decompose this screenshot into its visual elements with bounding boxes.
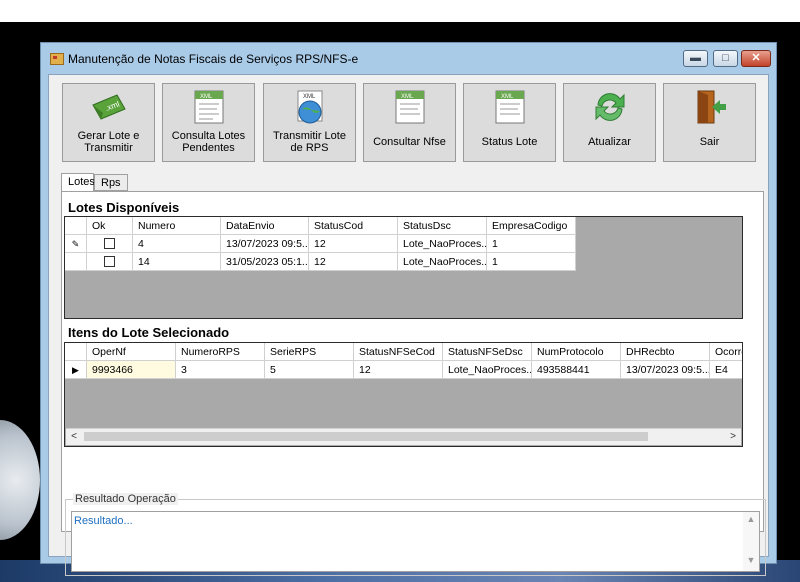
gerar-lote-transmitir-button[interactable]: .xml Gerar Lote e Transmitir [62, 83, 155, 162]
table-cell[interactable]: Lote_NaoProces... [398, 253, 487, 271]
xml-document-icon: XML [495, 90, 525, 124]
resultado-textbox[interactable]: Resultado... ▲ ▼ [71, 511, 760, 572]
resultado-text: Resultado... [74, 515, 133, 527]
table-cell[interactable]: 1 [487, 235, 576, 253]
table-cell[interactable]: 493588441 [532, 361, 621, 379]
current-row-arrow-icon[interactable]: ▶ [65, 361, 87, 379]
table-row-ok-cell[interactable] [87, 253, 133, 271]
ok-checkbox[interactable] [104, 238, 115, 249]
desktop-top-area [0, 0, 800, 22]
col-header-statusnfsecod[interactable]: StatusNFSeCod [354, 343, 443, 361]
close-button[interactable]: ✕ [741, 50, 771, 67]
table-cell[interactable]: 13/07/2023 09:5... [221, 235, 309, 253]
col-header-numero[interactable]: Numero [133, 217, 221, 235]
row-edit-pencil-icon[interactable]: ✎ [65, 235, 87, 253]
table-cell[interactable]: 4 [133, 235, 221, 253]
sair-button[interactable]: Sair [663, 83, 756, 162]
table-row-ok-cell[interactable] [87, 235, 133, 253]
col-header-statusnfsedsc[interactable]: StatusNFSeDsc [443, 343, 532, 361]
lotes-grid[interactable]: Ok Numero DataEnvio StatusCod StatusDsc … [64, 216, 743, 319]
col-header-dhrecbto[interactable]: DHRecbto [621, 343, 710, 361]
xml-document-icon: XML [194, 90, 224, 124]
scroll-left-icon[interactable]: < [67, 430, 81, 444]
sair-label: Sair [699, 136, 720, 148]
col-header-dataenvio[interactable]: DataEnvio [221, 217, 309, 235]
table-cell[interactable]: 31/05/2023 05:1... [221, 253, 309, 271]
table-cell[interactable]: 3 [176, 361, 265, 379]
table-cell[interactable]: 12 [309, 235, 398, 253]
main-window: Manutenção de Notas Fiscais de Serviços … [40, 42, 777, 576]
table-cell[interactable]: 12 [354, 361, 443, 379]
table-cell[interactable]: Lote_NaoProces... [398, 235, 487, 253]
maximize-button[interactable]: □ [713, 50, 738, 67]
table-cell[interactable]: 14 [133, 253, 221, 271]
gerar-lote-label: Gerar Lote e Transmitir [77, 130, 140, 154]
table-cell[interactable]: 5 [265, 361, 354, 379]
itens-lote-title: Itens do Lote Selecionado [68, 325, 230, 340]
tab-rps[interactable]: Rps [94, 174, 128, 191]
col-header-statuscod[interactable]: StatusCod [309, 217, 398, 235]
ok-checkbox[interactable] [104, 256, 115, 267]
app-icon [50, 53, 64, 65]
consulta-lotes-pendentes-button[interactable]: XML Consulta Lotes Pendentes [162, 83, 255, 162]
svg-text:XML: XML [303, 94, 316, 100]
col-header-ok[interactable]: Ok [87, 217, 133, 235]
atualizar-button[interactable]: Atualizar [563, 83, 656, 162]
table-cell[interactable]: 9993466 [87, 361, 176, 379]
title-bar[interactable]: Manutenção de Notas Fiscais de Serviços … [41, 43, 776, 73]
xml-document-icon: XML [395, 90, 425, 124]
resultado-label: Resultado Operação [73, 493, 178, 505]
transmitir-lote-rps-button[interactable]: XML Transmitir Lote de RPS [263, 83, 356, 162]
lotes-disponiveis-title: Lotes Disponíveis [68, 200, 180, 215]
scroll-thumb[interactable] [84, 432, 648, 441]
col-header-opernf[interactable]: OperNf [87, 343, 176, 361]
row-header[interactable] [65, 253, 87, 271]
grid-corner [65, 343, 87, 361]
atualizar-label: Atualizar [588, 136, 631, 148]
table-cell[interactable]: E4 [710, 361, 742, 379]
svg-text:XML: XML [200, 94, 213, 100]
itens-grid[interactable]: OperNf NumeroRPS SerieRPS StatusNFSeCod … [64, 342, 743, 447]
scroll-up-icon[interactable]: ▲ [743, 514, 759, 528]
consultar-nfse-button[interactable]: XML Consultar Nfse [363, 83, 456, 162]
table-cell[interactable]: 13/07/2023 09:5... [621, 361, 710, 379]
consultar-nfse-label: Consultar Nfse [373, 136, 446, 148]
svg-text:XML: XML [501, 94, 514, 100]
status-lote-button[interactable]: XML Status Lote [463, 83, 556, 162]
desktop-disc-icon [0, 420, 40, 540]
consulta-lotes-label: Consulta Lotes Pendentes [171, 130, 246, 154]
table-cell[interactable]: 12 [309, 253, 398, 271]
table-cell[interactable]: Lote_NaoProces... [443, 361, 532, 379]
scroll-down-icon[interactable]: ▼ [743, 555, 759, 569]
table-cell[interactable]: 1 [487, 253, 576, 271]
col-header-statusdsc[interactable]: StatusDsc [398, 217, 487, 235]
minimize-button[interactable]: ▬ [683, 50, 708, 67]
grid-corner [65, 217, 87, 235]
exit-door-icon [697, 90, 726, 124]
tab-panel-lotes: Lotes Disponíveis Ok Numero DataEnvio St… [61, 191, 764, 532]
status-lote-label: Status Lote [481, 136, 538, 148]
col-header-empresacodigo[interactable]: EmpresaCodigo [487, 217, 576, 235]
xml-globe-icon: XML [297, 90, 323, 124]
horizontal-scrollbar[interactable]: < > [66, 428, 741, 445]
form-client-area: .xml Gerar Lote e Transmitir XML Consult… [48, 74, 769, 576]
window-title: Manutenção de Notas Fiscais de Serviços … [68, 52, 359, 66]
scroll-right-icon[interactable]: > [726, 430, 740, 444]
col-header-ocorre[interactable]: Ocorre [710, 343, 742, 361]
col-header-numerorps[interactable]: NumeroRPS [176, 343, 265, 361]
col-header-numprotocolo[interactable]: NumProtocolo [532, 343, 621, 361]
col-header-serierps[interactable]: SerieRPS [265, 343, 354, 361]
tab-lotes[interactable]: Lotes [61, 173, 95, 192]
refresh-icon [595, 93, 625, 121]
xml-envelope-icon: .xml [92, 94, 126, 120]
svg-text:XML: XML [401, 94, 414, 100]
transmitir-lote-label: Transmitir Lote de RPS [273, 130, 346, 154]
vertical-scrollbar[interactable]: ▲ ▼ [743, 512, 759, 571]
